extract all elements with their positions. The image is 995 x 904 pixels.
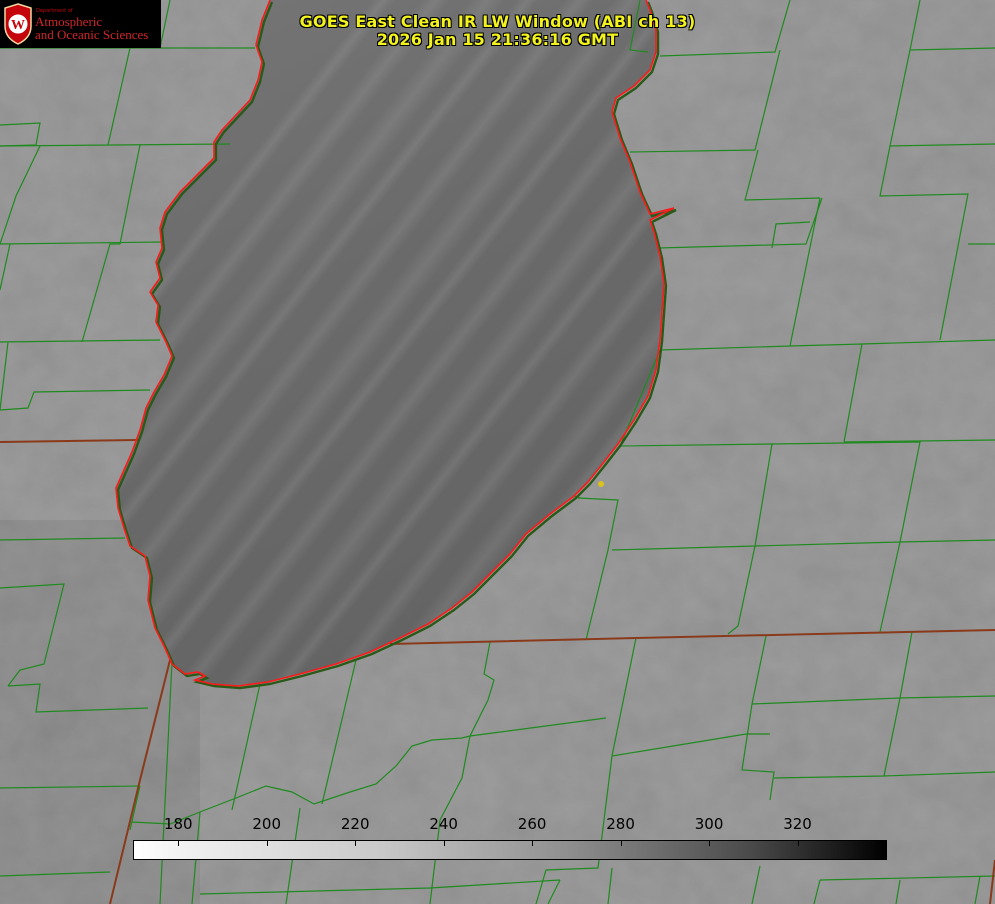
colorbar-tick (178, 841, 180, 846)
colorbar-tick-label: 300 (694, 815, 724, 833)
aos-logo: W Department of Atmospheric and Oceanic … (0, 0, 161, 48)
colorbar-tick-label: 320 (783, 815, 812, 833)
colorbar-tick (443, 841, 445, 846)
colorbar-tick-label: 200 (252, 815, 282, 833)
satellite-map (0, 0, 995, 904)
colorbar-tick-label: 240 (429, 815, 458, 833)
colorbar-tick (709, 841, 711, 846)
temperature-colorbar (133, 840, 887, 860)
colorbar-tick-label: 220 (340, 815, 370, 833)
colorbar-tick-label: 180 (163, 815, 193, 833)
colorbar-tick (532, 841, 534, 846)
station-marker (598, 481, 604, 487)
colorbar-tick (620, 841, 622, 846)
logo-text-line2: and Oceanic Sciences (35, 27, 149, 42)
colorbar-tick-label: 280 (606, 815, 635, 833)
crest-letter: W (11, 18, 25, 33)
colorbar-tick (266, 841, 268, 846)
uw-crest-icon: W (4, 3, 32, 45)
colorbar-tick-label: 260 (517, 815, 547, 833)
colorbar-tick (355, 841, 357, 846)
colorbar-tick (797, 841, 799, 846)
